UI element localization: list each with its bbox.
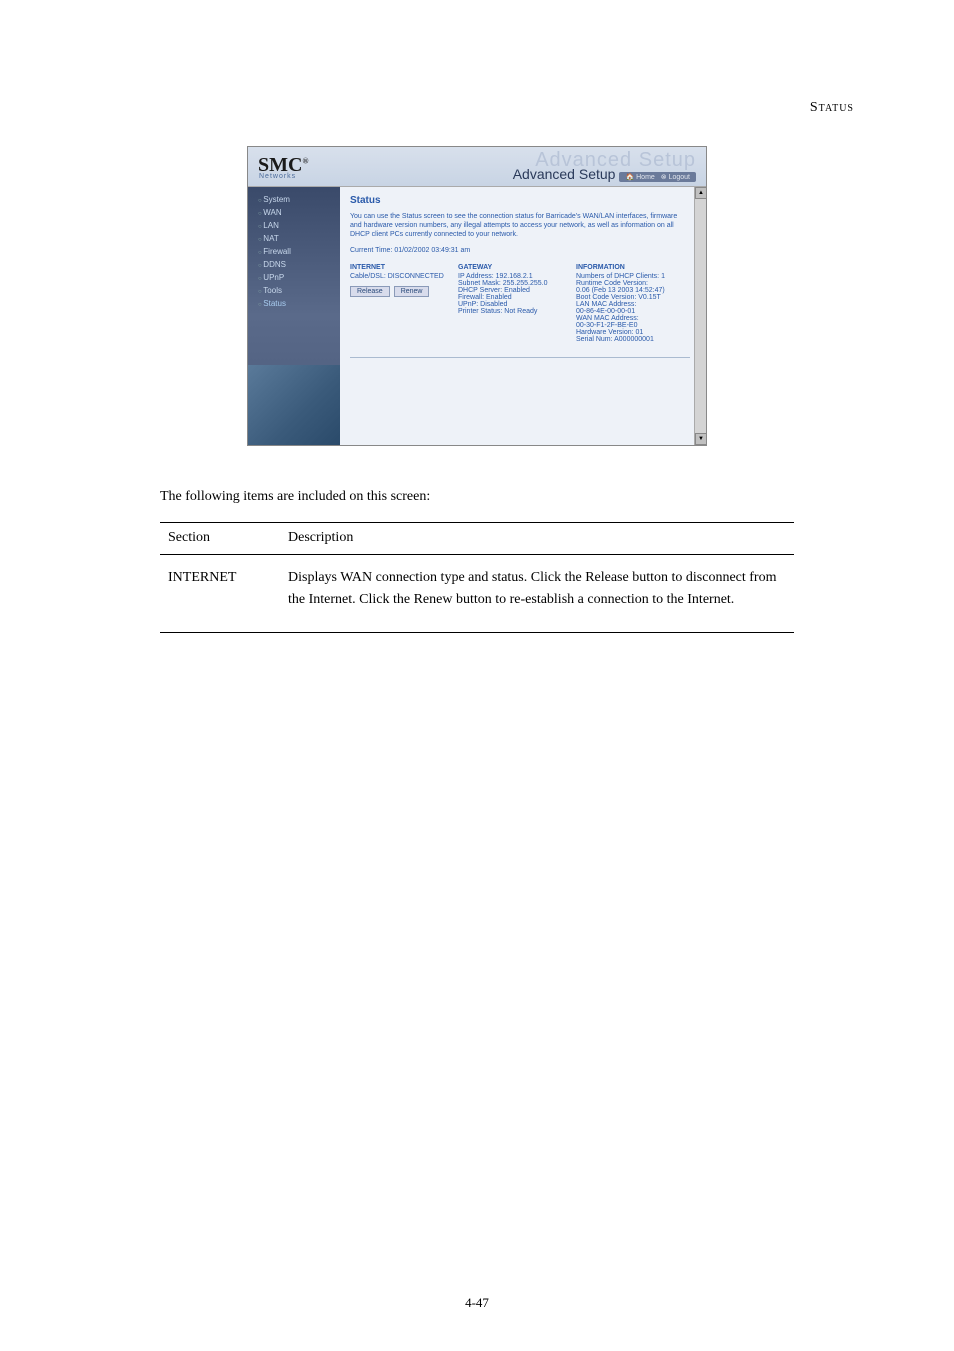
- internet-title: INTERNET: [350, 264, 450, 271]
- sidebar-item-status[interactable]: Status: [248, 297, 340, 310]
- gateway-line: Subnet Mask: 255.255.255.0: [458, 280, 568, 287]
- td-description: Displays WAN connection type and status.…: [280, 554, 794, 632]
- info-line: Boot Code Version: V0.15T: [576, 294, 696, 301]
- screenshot-header: SMC® Networks Advanced Setup Advanced Se…: [248, 147, 706, 187]
- info-line: Runtime Code Version:: [576, 280, 696, 287]
- sidebar-item-system[interactable]: System: [248, 193, 340, 206]
- gateway-column: GATEWAY IP Address: 192.168.2.1 Subnet M…: [458, 264, 568, 343]
- content-title: Status: [350, 195, 696, 206]
- scroll-down-button[interactable]: ▼: [695, 433, 707, 445]
- info-line: Serial Num: A000000001: [576, 336, 696, 343]
- content-description: You can use the Status screen to see the…: [350, 212, 680, 239]
- sidebar-item-upnp[interactable]: UPnP: [248, 271, 340, 284]
- logo-block: SMC® Networks: [248, 154, 308, 180]
- current-time: Current Time: 01/02/2002 03:49:31 am: [350, 247, 696, 254]
- section-table: Section Description INTERNET Displays WA…: [160, 522, 794, 632]
- top-links: 🏠 Home ⊗ Logout: [619, 172, 696, 182]
- page-number: 4-47: [0, 1295, 954, 1311]
- gateway-line: DHCP Server: Enabled: [458, 287, 568, 294]
- content-area: Status You can use the Status screen to …: [340, 187, 706, 445]
- info-line: LAN MAC Address:: [576, 301, 696, 308]
- gateway-line: IP Address: 192.168.2.1: [458, 273, 568, 280]
- info-line: WAN MAC Address:: [576, 315, 696, 322]
- sidebar-item-nat[interactable]: NAT: [248, 232, 340, 245]
- content-divider: [350, 357, 690, 358]
- scrollbar[interactable]: ▲ ▼: [694, 187, 706, 445]
- router-screenshot: SMC® Networks Advanced Setup Advanced Se…: [247, 146, 707, 446]
- gateway-line: UPnP: Disabled: [458, 301, 568, 308]
- sidebar-item-lan[interactable]: LAN: [248, 219, 340, 232]
- table-row: INTERNET Displays WAN connection type an…: [160, 554, 794, 632]
- home-link[interactable]: 🏠 Home: [625, 174, 654, 181]
- gateway-line: Firewall: Enabled: [458, 294, 568, 301]
- info-line: 00-86-4E-00-00-01: [576, 308, 696, 315]
- status-columns: INTERNET Cable/DSL: DISCONNECTED Release…: [350, 264, 696, 343]
- information-column: INFORMATION Numbers of DHCP Clients: 1 R…: [576, 264, 696, 343]
- gateway-line: Printer Status: Not Ready: [458, 308, 568, 315]
- release-button[interactable]: Release: [350, 286, 390, 297]
- sidebar-item-ddns[interactable]: DDNS: [248, 258, 340, 271]
- title-area: Advanced Setup Advanced Setup 🏠 Home ⊗ L…: [513, 149, 696, 182]
- info-line: 00-30-F1-2F-BE-E0: [576, 322, 696, 329]
- intro-paragraph: The following items are included on this…: [160, 486, 794, 508]
- screenshot-body: System WAN LAN NAT Firewall DDNS UPnP To…: [248, 187, 706, 445]
- gateway-title: GATEWAY: [458, 264, 568, 271]
- info-title: INFORMATION: [576, 264, 696, 271]
- page-title: Advanced Setup: [513, 166, 616, 182]
- internet-column: INTERNET Cable/DSL: DISCONNECTED Release…: [350, 264, 450, 343]
- td-section: INTERNET: [160, 554, 280, 632]
- scroll-up-button[interactable]: ▲: [695, 187, 707, 199]
- info-line: 0.06 (Feb 13 2003 14:52:47): [576, 287, 696, 294]
- body-text: The following items are included on this…: [160, 486, 794, 633]
- logout-link[interactable]: ⊗ Logout: [661, 174, 690, 181]
- page-section-header: Status: [100, 100, 854, 116]
- sidebar-item-tools[interactable]: Tools: [248, 284, 340, 297]
- th-section: Section: [160, 523, 280, 554]
- info-line: Numbers of DHCP Clients: 1: [576, 273, 696, 280]
- th-description: Description: [280, 523, 794, 554]
- sidebar-image: [248, 365, 340, 445]
- sidebar-item-wan[interactable]: WAN: [248, 206, 340, 219]
- sidebar-item-firewall[interactable]: Firewall: [248, 245, 340, 258]
- renew-button[interactable]: Renew: [394, 286, 430, 297]
- info-line: Hardware Version: 01: [576, 329, 696, 336]
- internet-status: Cable/DSL: DISCONNECTED: [350, 273, 450, 280]
- sidebar: System WAN LAN NAT Firewall DDNS UPnP To…: [248, 187, 340, 445]
